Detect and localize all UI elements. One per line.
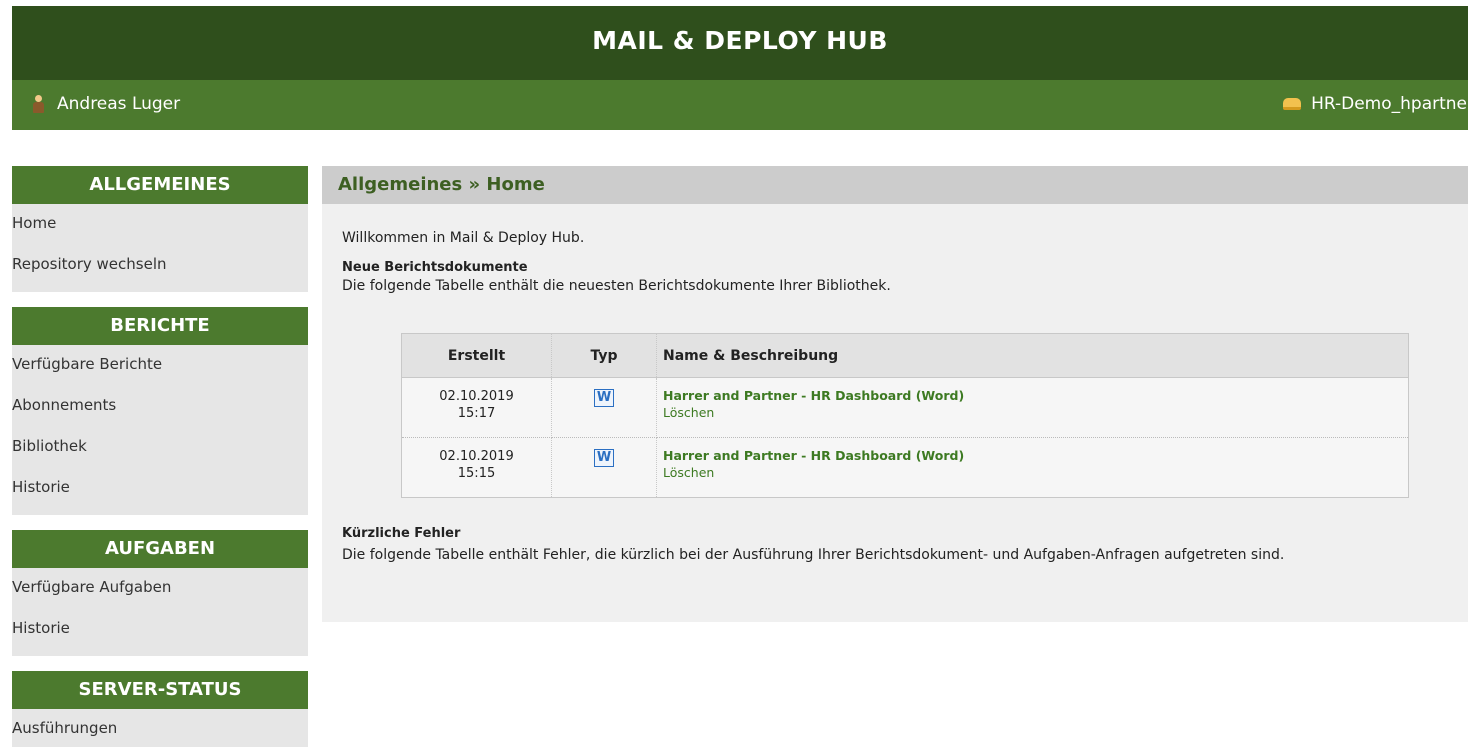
column-header-type: Typ (551, 333, 657, 378)
sidebar-list-server-status: Ausführungen (12, 709, 308, 747)
sidebar-item-bibliothek[interactable]: Bibliothek (12, 431, 308, 472)
created-time: 15:17 (457, 406, 496, 421)
sidebar-item-aufgaben-historie[interactable]: Historie (12, 613, 308, 654)
column-header-name: Name & Beschreibung (656, 333, 1409, 378)
sidebar-section-aufgaben: AUFGABEN (12, 530, 308, 568)
sidebar-section-berichte: BERICHTE (12, 307, 308, 345)
sidebar-item-verfuegbare-aufgaben[interactable]: Verfügbare Aufgaben (12, 572, 308, 613)
name-cell: Harrer and Partner - HR Dashboard (Word)… (656, 377, 1409, 438)
created-time: 15:15 (457, 466, 496, 481)
app-title: MAIL & DEPLOY HUB (592, 26, 888, 55)
delete-link[interactable]: Löschen (663, 465, 1408, 480)
sidebar-item-verfuegbare-berichte[interactable]: Verfügbare Berichte (12, 349, 308, 390)
sidebar-list-berichte: Verfügbare Berichte Abonnements Biblioth… (12, 345, 308, 515)
report-link[interactable]: Harrer and Partner - HR Dashboard (Word) (663, 448, 1408, 463)
errors-section: Kürzliche Fehler Die folgende Tabelle en… (342, 526, 1466, 566)
created-date: 02.10.2019 (439, 389, 514, 404)
sidebar-item-ausfuehrungen[interactable]: Ausführungen (12, 713, 308, 747)
sidebar-item-berichte-historie[interactable]: Historie (12, 472, 308, 513)
sidebar-section-allgemeines: ALLGEMEINES (12, 166, 308, 204)
name-cell: Harrer and Partner - HR Dashboard (Word)… (656, 437, 1409, 498)
column-header-created: Erstellt (401, 333, 552, 378)
main-content: Willkommen in Mail & Deploy Hub. Neue Be… (322, 204, 1468, 294)
sidebar-item-repository-wechseln[interactable]: Repository wechseln (12, 249, 308, 290)
user-info[interactable]: Andreas Luger (32, 94, 180, 114)
table-row: 02.10.2019 15:15 W Harrer and Partner - … (401, 437, 1409, 498)
repository-info[interactable]: HR-Demo_hpartner (1283, 94, 1468, 114)
user-name: Andreas Luger (57, 94, 181, 114)
created-date: 02.10.2019 (439, 449, 514, 464)
welcome-text: Willkommen in Mail & Deploy Hub. (342, 230, 585, 246)
sidebar-section-server-status: SERVER-STATUS (12, 671, 308, 709)
sidebar-item-abonnements[interactable]: Abonnements (12, 390, 308, 431)
word-document-icon: W (594, 449, 614, 467)
reports-section-title: Neue Berichtsdokumente (342, 260, 528, 275)
errors-section-description: Die folgende Tabelle enthält Fehler, die… (342, 547, 1285, 563)
table-header-row: Erstellt Typ Name & Beschreibung (401, 333, 1409, 378)
type-cell: W (551, 377, 657, 438)
main-panel: Allgemeines » Home Willkommen in Mail & … (322, 166, 1468, 622)
sidebar-list-allgemeines: Home Repository wechseln (12, 204, 308, 292)
sidebar-list-aufgaben: Verfügbare Aufgaben Historie (12, 568, 308, 656)
sidebar: ALLGEMEINES Home Repository wechseln BER… (12, 166, 308, 747)
breadcrumb: Allgemeines » Home (322, 166, 1468, 204)
reports-table: Erstellt Typ Name & Beschreibung 02.10.2… (401, 333, 1409, 498)
errors-section-title: Kürzliche Fehler (342, 526, 461, 541)
delete-link[interactable]: Löschen (663, 405, 1408, 420)
user-icon (32, 95, 45, 113)
word-document-icon: W (594, 389, 614, 407)
created-cell: 02.10.2019 15:15 (401, 437, 552, 498)
created-cell: 02.10.2019 15:17 (401, 377, 552, 438)
reports-section-description: Die folgende Tabelle enthält die neueste… (342, 278, 891, 294)
repository-name: HR-Demo_hpartner (1311, 94, 1468, 114)
table-row: 02.10.2019 15:17 W Harrer and Partner - … (401, 377, 1409, 438)
app-header: MAIL & DEPLOY HUB (12, 6, 1468, 80)
sidebar-item-home[interactable]: Home (12, 208, 308, 249)
repository-icon (1283, 98, 1302, 110)
report-link[interactable]: Harrer and Partner - HR Dashboard (Word) (663, 388, 1408, 403)
type-cell: W (551, 437, 657, 498)
user-bar: Andreas Luger HR-Demo_hpartner (12, 80, 1468, 130)
